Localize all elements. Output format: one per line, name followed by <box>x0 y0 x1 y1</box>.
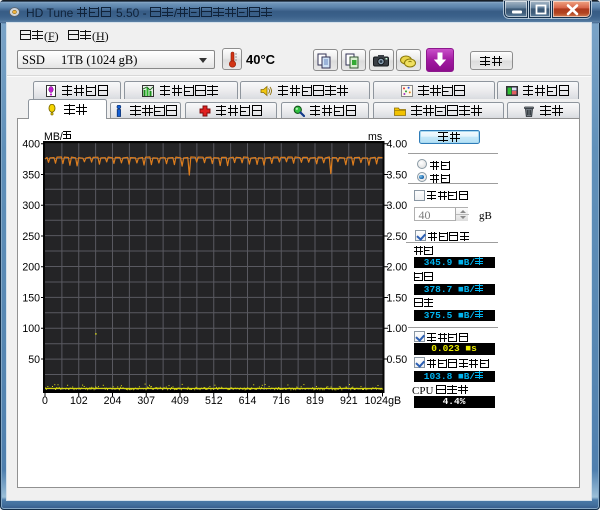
svg-text:102: 102 <box>70 395 88 407</box>
svg-text:300: 300 <box>22 200 40 212</box>
svg-text:819: 819 <box>306 395 324 407</box>
svg-text:2.00: 2.00 <box>387 262 408 274</box>
svg-text:1.00: 1.00 <box>387 323 408 335</box>
svg-text:3.50: 3.50 <box>387 169 408 181</box>
svg-text:716: 716 <box>272 395 290 407</box>
svg-text:1.50: 1.50 <box>387 292 408 304</box>
svg-text:409: 409 <box>171 395 189 407</box>
svg-text:ms: ms <box>368 131 382 143</box>
svg-text:150: 150 <box>22 292 40 304</box>
svg-text:614: 614 <box>239 395 257 407</box>
svg-text:204: 204 <box>104 395 122 407</box>
svg-text:50: 50 <box>28 354 40 366</box>
svg-text:3.00: 3.00 <box>387 200 408 212</box>
svg-text:4.00: 4.00 <box>387 139 408 151</box>
svg-text:307: 307 <box>137 395 155 407</box>
svg-text:921: 921 <box>340 395 358 407</box>
svg-text:0: 0 <box>42 395 48 407</box>
svg-text:MB/: MB/ <box>44 131 63 143</box>
svg-text:400: 400 <box>22 139 40 151</box>
svg-text:512: 512 <box>205 395 223 407</box>
svg-text:350: 350 <box>22 169 40 181</box>
svg-text:250: 250 <box>22 231 40 243</box>
svg-text:1024gB: 1024gB <box>365 395 402 407</box>
svg-text:2.50: 2.50 <box>387 231 408 243</box>
svg-text:0.50: 0.50 <box>387 354 408 366</box>
svg-text:100: 100 <box>22 323 40 335</box>
svg-text:200: 200 <box>22 262 40 274</box>
